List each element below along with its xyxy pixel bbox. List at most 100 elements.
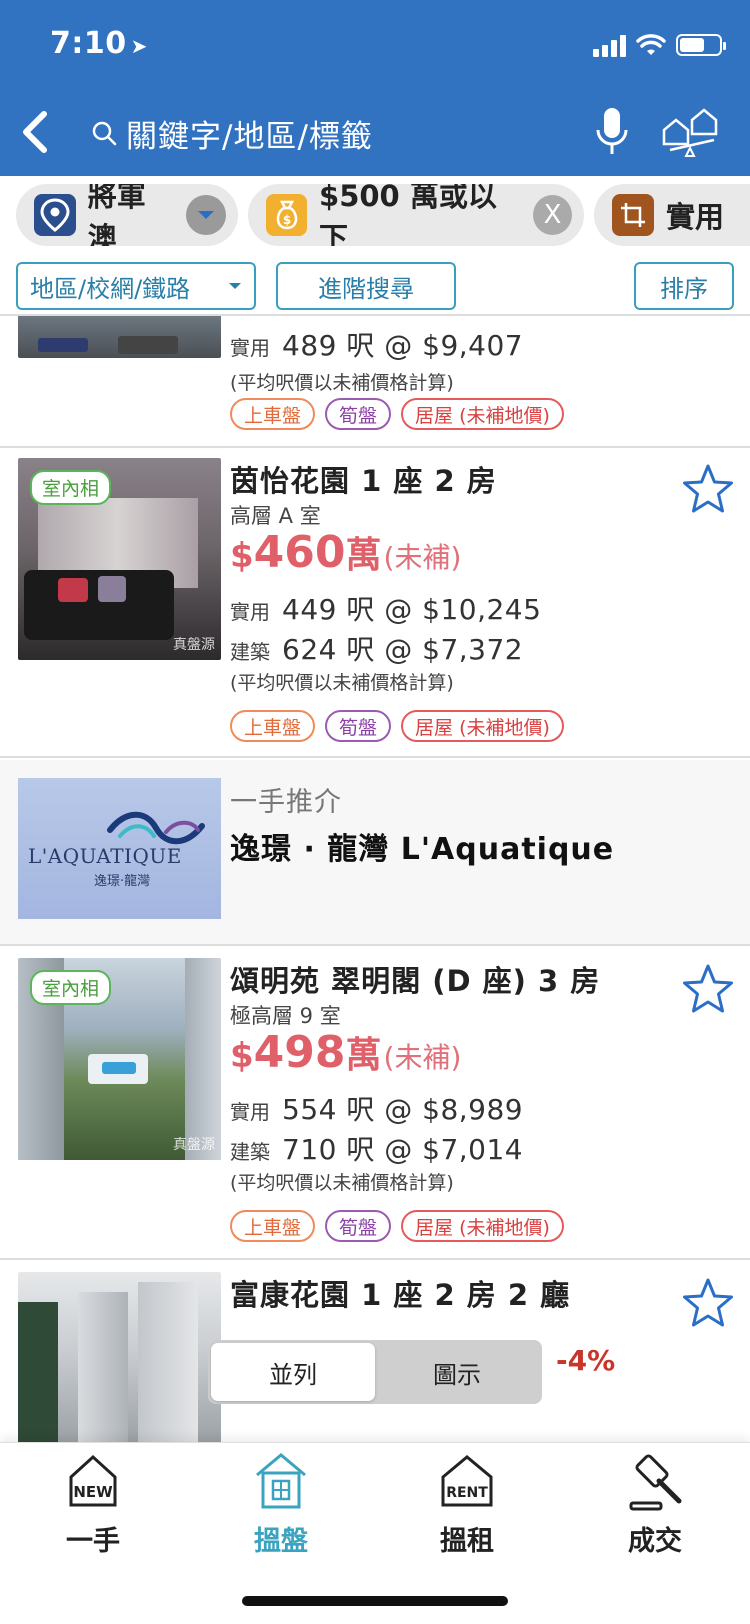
tag-bargain: 筍盤 xyxy=(325,398,392,430)
listing-title[interactable]: 頌明苑 翠明閣 (D 座) 3 房 xyxy=(230,958,600,1000)
chip-price[interactable]: $ $500 萬或以下 X xyxy=(248,184,584,246)
tab-find-home-label: 搵盤 xyxy=(254,1526,308,1557)
tag-starter: 上車盤 xyxy=(230,398,316,430)
listing-item[interactable]: 室內相 真盤源 頌明苑 翠明閣 (D 座) 3 房 極高層 9 室 $ 498 … xyxy=(0,948,750,1260)
promo-banner[interactable]: L'AQUATIQUE 逸璟·龍灣 一手推介 逸璟 · 龍灣 L'Aquatiq… xyxy=(0,760,750,946)
map-view-option[interactable]: 圖示 xyxy=(375,1343,539,1401)
gross-area-value: 624 呎 @ $7,372 xyxy=(282,633,524,666)
price-number: 460 xyxy=(253,527,346,578)
promo-logo-image: L'AQUATIQUE 逸璟·龍灣 xyxy=(18,778,221,919)
saleable-area-value: 554 呎 @ $8,989 xyxy=(282,1093,524,1126)
price-unit: 萬 xyxy=(345,1035,382,1076)
crop-area-icon xyxy=(612,194,654,236)
promo-name[interactable]: 逸璟 · 龍灣 L'Aquatique xyxy=(230,824,614,868)
saleable-area-row: 實用 449 呎 @ $10,245 xyxy=(230,588,541,628)
sort-button[interactable]: 排序 xyxy=(634,262,734,310)
price-dollar: $ xyxy=(230,536,254,576)
advanced-search-label: 進階搜尋 xyxy=(318,274,414,303)
listing-title[interactable]: 富康花園 1 座 2 房 2 廳 xyxy=(230,1272,570,1314)
tag-list: 上車盤 筍盤 居屋 (未補地價) xyxy=(230,398,564,430)
listing-title[interactable]: 茵怡花園 1 座 2 房 xyxy=(230,458,497,500)
price-alert-house-icon[interactable] xyxy=(660,104,720,160)
favorite-star-icon[interactable] xyxy=(680,962,736,1018)
microphone-icon[interactable] xyxy=(594,104,630,160)
listing-list[interactable]: 實用 489 呎 @ $9,407 (平均呎價以未補價格計算) 上車盤 筍盤 居… xyxy=(0,316,750,1442)
remove-x-icon: X xyxy=(543,200,562,230)
saleable-area-row: 實用 489 呎 @ $9,407 xyxy=(230,324,523,364)
status-icons xyxy=(593,30,726,60)
tag-bargain: 筍盤 xyxy=(325,1210,392,1242)
price-note: (未補) xyxy=(383,1041,462,1074)
back-chevron-icon[interactable] xyxy=(14,106,58,158)
tag-hos: 居屋 (未補地價) xyxy=(401,710,564,742)
svg-text:$: $ xyxy=(282,213,290,227)
wifi-icon xyxy=(636,34,666,55)
favorite-star-icon[interactable] xyxy=(680,462,736,518)
price-number: 498 xyxy=(253,1027,346,1078)
tag-bargain: 筍盤 xyxy=(325,710,392,742)
money-bag-icon: $ xyxy=(266,194,308,236)
gross-area-label: 建築 xyxy=(230,640,270,664)
promo-label: 一手推介 xyxy=(230,787,342,818)
home-indicator[interactable] xyxy=(242,1596,508,1606)
listing-photo: 室內相 真盤源 xyxy=(18,458,221,660)
interior-photo-badge: 室內相 xyxy=(30,470,112,505)
listing-photo xyxy=(18,316,221,358)
advanced-search-button[interactable]: 進階搜尋 xyxy=(276,262,456,310)
sort-label: 排序 xyxy=(660,274,708,303)
tab-new[interactable]: NEW 一手 xyxy=(18,1451,168,1561)
rent-house-icon: RENT xyxy=(441,1455,493,1507)
promo-logo-subtext: 逸璟·龍灣 xyxy=(94,874,151,889)
saleable-area-row: 實用 554 呎 @ $8,989 xyxy=(230,1088,523,1128)
price-note: (未補) xyxy=(383,541,462,574)
new-house-icon: NEW xyxy=(69,1454,117,1507)
listing-item[interactable]: 室內相 真盤源 茵怡花園 1 座 2 房 高層 A 室 $ 460 萬 (未補)… xyxy=(0,448,750,758)
interior-photo-badge: 室內相 xyxy=(30,970,112,1005)
search-placeholder: 關鍵字/地區/標籤 xyxy=(126,118,373,155)
listing-price: $ 498 萬 (未補) xyxy=(230,1026,461,1078)
tab-rent-label: 搵租 xyxy=(440,1526,494,1557)
chevron-down-icon[interactable] xyxy=(186,195,227,235)
saleable-area-value: 449 呎 @ $10,245 xyxy=(282,593,542,626)
chip-area-label: 實用 xyxy=(666,200,725,234)
gross-area-label: 建築 xyxy=(230,1140,270,1164)
status-time-text: 7:10 xyxy=(50,26,127,61)
status-time: 7:10 ➤ xyxy=(50,26,148,61)
chip-price-remove-button[interactable]: X xyxy=(532,195,573,235)
filter-chip-row: 將軍澳 $ $500 萬或以下 X 實用 xyxy=(0,184,750,246)
tab-find-home[interactable]: 搵盤 xyxy=(206,1451,356,1561)
saleable-area-label: 實用 xyxy=(230,600,270,624)
avg-price-note: (平均呎價以未補價格計算) xyxy=(230,1172,454,1194)
location-arrow-icon: ➤ xyxy=(130,34,148,58)
saleable-area-value: 489 呎 @ $9,407 xyxy=(282,329,524,362)
view-toggle[interactable]: 並列 圖示 xyxy=(208,1340,542,1404)
search-input[interactable]: 關鍵字/地區/標籤 xyxy=(90,108,373,158)
gross-area-row: 建築 624 呎 @ $7,372 xyxy=(230,628,523,668)
tab-rent[interactable]: RENT 搵租 xyxy=(392,1451,542,1561)
tag-hos: 居屋 (未補地價) xyxy=(401,398,564,430)
tag-list: 上車盤 筍盤 居屋 (未補地價) xyxy=(230,710,564,742)
district-filter-label: 地區/校網/鐵路 xyxy=(30,274,191,303)
gross-area-value: 710 呎 @ $7,014 xyxy=(282,1133,524,1166)
gavel-icon xyxy=(629,1454,682,1511)
chip-district[interactable]: 將軍澳 xyxy=(16,184,238,246)
tab-transactions[interactable]: 成交 xyxy=(580,1451,730,1561)
gross-area-row: 建築 710 呎 @ $7,014 xyxy=(230,1128,523,1168)
cellular-signal-icon xyxy=(593,33,626,57)
listing-item[interactable]: 實用 489 呎 @ $9,407 (平均呎價以未補價格計算) 上車盤 筍盤 居… xyxy=(0,316,750,448)
avg-price-note: (平均呎價以未補價格計算) xyxy=(230,372,454,394)
district-filter-button[interactable]: 地區/校網/鐵路 xyxy=(16,262,256,310)
photo-watermark: 真盤源 xyxy=(173,637,215,653)
listing-price: $ 460 萬 (未補) xyxy=(230,526,461,578)
promo-logo-text: L'AQUATIQUE xyxy=(28,844,182,868)
list-view-option[interactable]: 並列 xyxy=(211,1343,375,1401)
tag-starter: 上車盤 xyxy=(230,1210,316,1242)
listing-photo: 室內相 真盤源 xyxy=(18,958,221,1160)
screen: 7:10 ➤ 關鍵字/地區/標籤 將軍澳 $ $500 萬或以下 X 實用 地區… xyxy=(0,0,750,1624)
chip-district-label: 將軍澳 xyxy=(87,184,146,246)
favorite-star-icon[interactable] xyxy=(680,1276,736,1332)
location-pin-icon xyxy=(34,194,76,236)
tag-starter: 上車盤 xyxy=(230,710,316,742)
chip-area[interactable]: 實用 xyxy=(594,184,750,246)
action-button-row: 地區/校網/鐵路 進階搜尋 排序 xyxy=(0,262,750,312)
